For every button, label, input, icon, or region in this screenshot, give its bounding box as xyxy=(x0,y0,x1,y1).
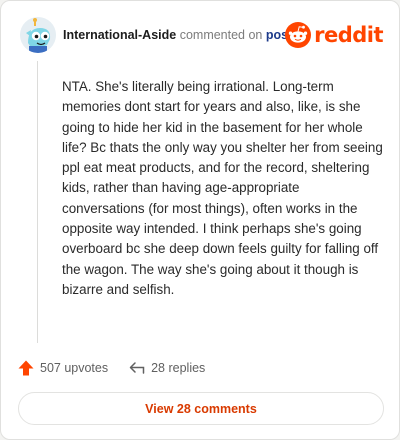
thread-line[interactable] xyxy=(37,61,38,343)
comment-header: International-Aside commented on post re… xyxy=(17,15,385,55)
reply-count: 28 replies xyxy=(151,361,206,375)
replies-button[interactable]: 28 replies xyxy=(128,359,205,377)
avatar[interactable] xyxy=(20,17,56,53)
view-comments-button[interactable]: View 28 comments xyxy=(18,392,384,425)
avatar-icon xyxy=(20,17,56,53)
commented-on-text: commented on xyxy=(179,28,263,42)
upvote-button[interactable]: 507 upvotes xyxy=(17,359,108,377)
username-link[interactable]: International-Aside xyxy=(63,28,176,42)
reddit-logo[interactable]: reddit xyxy=(285,20,383,50)
upvote-arrow-icon xyxy=(18,360,34,376)
byline: International-Aside commented on post xyxy=(63,27,292,43)
upvote-count: 507 upvotes xyxy=(40,361,109,375)
view-comments-label: View 28 comments xyxy=(145,401,257,416)
reply-arrow-icon xyxy=(129,362,145,374)
reddit-snoo-icon xyxy=(285,22,312,48)
comment-card: International-Aside commented on post re… xyxy=(0,0,400,440)
comment-actions: 507 upvotes 28 replies xyxy=(17,357,225,379)
comment-body: NTA. She's literally being irrational. L… xyxy=(62,79,383,297)
reddit-wordmark: reddit xyxy=(314,23,383,47)
